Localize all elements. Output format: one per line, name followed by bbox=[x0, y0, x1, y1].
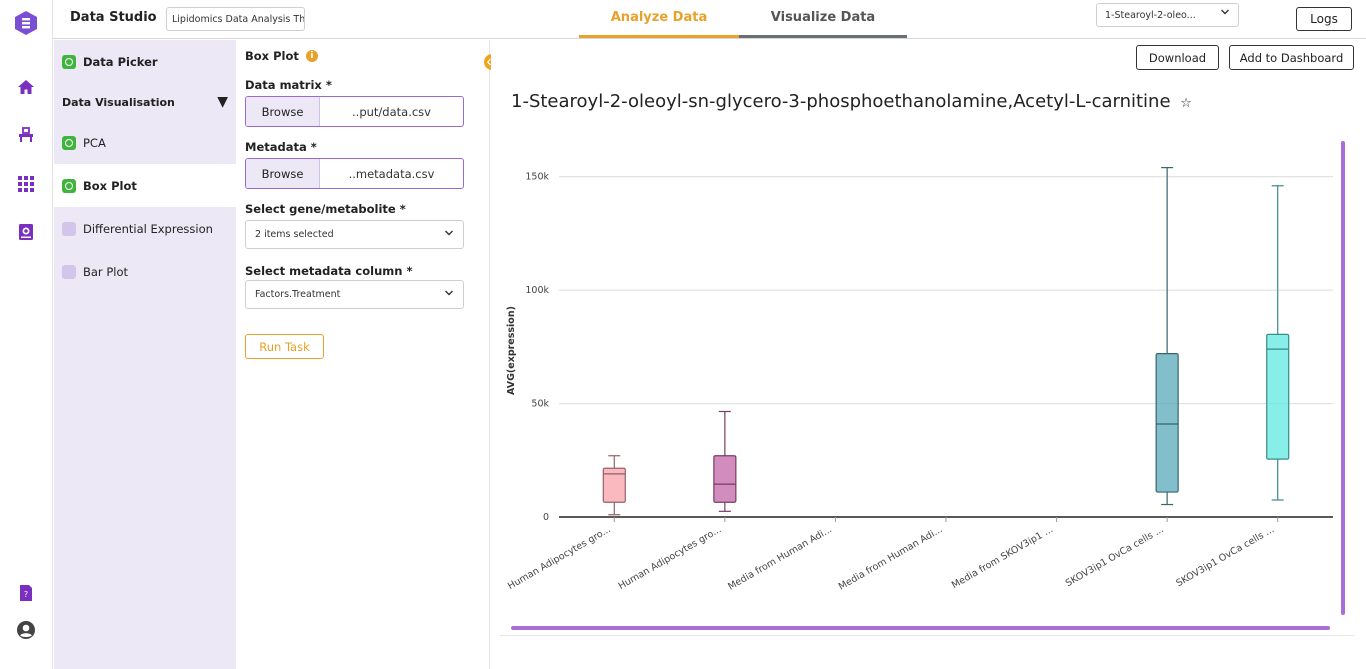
gene-select-value: 2 items selected bbox=[255, 229, 334, 240]
gene-select-label: Select gene/metabolite * bbox=[245, 202, 406, 216]
data-matrix-file-input[interactable]: Browse ..put/data.csv bbox=[245, 96, 464, 127]
divider bbox=[500, 635, 1355, 636]
sidebar-item-box-plot[interactable]: Box Plot bbox=[54, 164, 236, 207]
metadata-label: Metadata * bbox=[245, 140, 317, 154]
sidebar-item-pca[interactable]: PCA bbox=[54, 121, 236, 164]
metadata-browse-button[interactable]: Browse bbox=[246, 159, 320, 188]
form-title-text: Box Plot bbox=[245, 49, 299, 63]
metadata-column-value: Factors.Treatment bbox=[255, 289, 341, 300]
pending-step-icon bbox=[62, 264, 76, 279]
box-plot-chart: 0 50k 100k 150k AVG(expression) Human Adipocy… bbox=[501, 140, 1356, 640]
data-matrix-browse-button[interactable]: Browse bbox=[246, 97, 320, 126]
x-tick-label: Media from SKOV3ip1 ... bbox=[950, 524, 1055, 591]
box-iqr bbox=[713, 455, 737, 503]
collapse-triangle-icon[interactable]: ▼ bbox=[217, 94, 228, 110]
help-doc-icon[interactable]: ? bbox=[16, 583, 36, 603]
y-tick-label: 150k bbox=[525, 172, 549, 183]
plot-title: 1-Stearoyl-2-oleoyl-sn-glycero-3-phospho… bbox=[511, 91, 1192, 112]
data-matrix-filename: ..put/data.csv bbox=[352, 104, 431, 119]
home-icon[interactable] bbox=[16, 77, 36, 97]
icon-rail: ? bbox=[0, 0, 53, 669]
media-icon[interactable] bbox=[16, 222, 36, 242]
plot-panel: Download Add to Dashboard 1-Stearoyl-2-o… bbox=[491, 40, 1366, 669]
box-plot-form: Box Plot i Data matrix * Browse ..put/da… bbox=[236, 40, 490, 669]
apps-grid-icon[interactable] bbox=[16, 174, 36, 194]
check-icon bbox=[62, 178, 76, 193]
tab-analyze-data[interactable]: Analyze Data bbox=[579, 0, 739, 38]
chevron-down-icon bbox=[444, 288, 454, 301]
sidebar-item-label: Data Picker bbox=[83, 54, 158, 69]
check-icon bbox=[62, 135, 76, 150]
horizontal-scrollbar[interactable] bbox=[511, 626, 1330, 630]
x-tick-label: Human Adipocytes gro... bbox=[617, 524, 724, 592]
y-tick-label: 0 bbox=[543, 512, 549, 523]
sidebar-item-bar-plot[interactable]: Bar Plot bbox=[54, 250, 236, 293]
sidebar-item-label: PCA bbox=[83, 135, 106, 150]
download-button[interactable]: Download bbox=[1136, 45, 1219, 70]
check-icon bbox=[62, 54, 76, 69]
metabolite-select-value: 1-Stearoyl-2-oleo... bbox=[1105, 10, 1196, 21]
box-iqr bbox=[1266, 333, 1290, 460]
sidebar-item-label: Box Plot bbox=[83, 178, 137, 193]
x-tick-label: Media from Human Adi... bbox=[837, 524, 945, 593]
sidebar-item-data-picker[interactable]: Data Picker bbox=[54, 40, 236, 83]
tab-visualize-data[interactable]: Visualize Data bbox=[739, 0, 907, 38]
x-tick-label: SKOV3ip1 OvCa cells ... bbox=[1064, 524, 1166, 589]
x-tick-label: Media from Human Adi... bbox=[726, 524, 834, 593]
metadata-filename: ..metadata.csv bbox=[348, 166, 435, 181]
y-tick-label: 50k bbox=[531, 399, 549, 410]
sidebar-section-data-visualisation[interactable]: Data Visualisation ▼ bbox=[62, 94, 228, 110]
analysis-name-input[interactable]: Lipidomics Data Analysis Th bbox=[166, 7, 305, 31]
favorite-star-icon[interactable]: ☆ bbox=[1180, 96, 1192, 111]
add-to-dashboard-button[interactable]: Add to Dashboard bbox=[1229, 45, 1354, 70]
run-task-button[interactable]: Run Task bbox=[245, 334, 324, 359]
app-brand: Data Studio bbox=[70, 10, 157, 25]
y-tick-label: 100k bbox=[525, 285, 549, 296]
sidebar-section-label: Data Visualisation bbox=[62, 95, 175, 109]
pending-step-icon bbox=[62, 221, 76, 236]
account-icon[interactable] bbox=[16, 620, 36, 640]
gene-metabolite-select[interactable]: 2 items selected bbox=[245, 220, 464, 249]
metadata-file-input[interactable]: Browse ..metadata.csv bbox=[245, 158, 464, 189]
workflow-sidebar: Data Picker Data Visualisation ▼ PCA Box… bbox=[54, 40, 236, 669]
top-bar: Data Studio Lipidomics Data Analysis Th … bbox=[53, 0, 1366, 39]
logs-button[interactable]: Logs bbox=[1296, 7, 1352, 31]
desk-icon[interactable] bbox=[16, 125, 36, 145]
x-tick-label: Human Adipocytes gro... bbox=[506, 524, 613, 592]
chevron-down-icon bbox=[444, 228, 454, 241]
box-plot-svg: 0 50k 100k 150k AVG(expression) Human Adipocy… bbox=[506, 167, 1333, 593]
vertical-scrollbar[interactable] bbox=[1341, 141, 1345, 615]
sidebar-item-differential-expression[interactable]: Differential Expression bbox=[54, 207, 236, 250]
svg-text:?: ? bbox=[24, 590, 28, 599]
metadata-column-select[interactable]: Factors.Treatment bbox=[245, 280, 464, 309]
chevron-down-icon bbox=[1220, 7, 1230, 20]
metabolite-select[interactable]: 1-Stearoyl-2-oleo... bbox=[1096, 3, 1239, 27]
form-title: Box Plot i bbox=[245, 49, 318, 63]
x-tick-label: SKOV3ip1 OvCa cells ... bbox=[1174, 524, 1276, 589]
sidebar-item-label: Bar Plot bbox=[83, 264, 128, 279]
data-matrix-label: Data matrix * bbox=[245, 78, 332, 92]
metadata-column-label: Select metadata column * bbox=[245, 264, 413, 278]
y-axis-label: AVG(expression) bbox=[506, 306, 517, 395]
sidebar-item-label: Differential Expression bbox=[83, 221, 213, 236]
plot-title-text: 1-Stearoyl-2-oleoyl-sn-glycero-3-phospho… bbox=[511, 91, 1171, 112]
info-icon[interactable]: i bbox=[305, 50, 318, 62]
box-iqr bbox=[1155, 353, 1179, 493]
logo-icon[interactable] bbox=[14, 10, 38, 36]
